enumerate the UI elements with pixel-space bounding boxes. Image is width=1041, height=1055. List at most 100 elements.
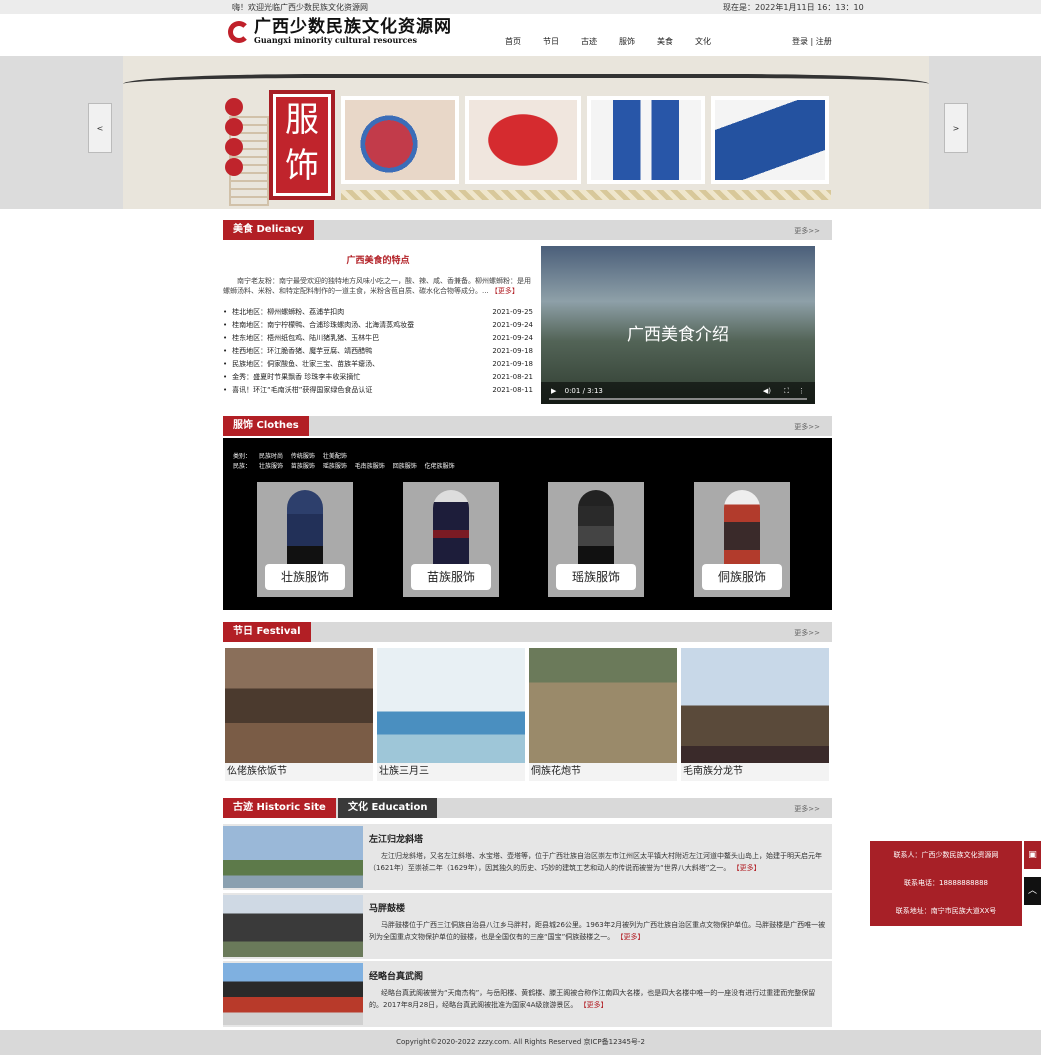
top-bar: 嗨！欢迎光临广西少数民族文化资源网 现在是：2022年1月11日 16：13：1… <box>0 0 1041 14</box>
costume-figure <box>287 490 323 570</box>
site-more-link[interactable]: 【更多】 <box>580 1001 608 1009</box>
festival-image[interactable] <box>681 648 829 763</box>
ethnic-filter[interactable]: 壮族服饰 <box>259 463 283 470</box>
list-item[interactable]: 金秀：盛夏时节果飘香 珍珠李丰收采摘忙2021-08-21 <box>223 371 533 384</box>
banner-photo-1 <box>341 96 459 184</box>
category-label: 类别： <box>233 453 252 460</box>
nav-culture[interactable]: 文化 <box>695 36 733 47</box>
video-title: 广西美食介绍 <box>627 325 729 345</box>
contact-person: 联系人：广西少数民族文化资源网 <box>893 851 999 859</box>
site-more-link[interactable]: 【更多】 <box>617 933 645 941</box>
list-item[interactable]: 桂西地区：环江脆香猪、魔芋豆腐、靖西醋鸭2021-09-18 <box>223 345 533 358</box>
site-image[interactable] <box>223 826 363 888</box>
festival-label[interactable]: 壮族三月三 <box>377 763 525 781</box>
clothes-panel: 类别： 民族时尚 传统服饰 壮美配饰 民族： 壮族服饰 苗族服饰 瑶族服饰 毛南… <box>223 438 832 610</box>
contact-address: 联系地址：南宁市民族大道XX号 <box>895 907 997 915</box>
nav-food[interactable]: 美食 <box>657 36 695 47</box>
video-progress-bar[interactable] <box>549 398 807 400</box>
site-desc: 马胖鼓楼位于广西三江侗族自治县八江乡马胖村，距县城26公里。1963年2月被列为… <box>369 921 826 941</box>
banner-slide: 服饰 <box>123 56 929 209</box>
historic-more-link[interactable]: 更多>> <box>794 804 820 814</box>
clothes-filters: 类别： 民族时尚 传统服饰 壮美配饰 民族： 壮族服饰 苗族服饰 瑶族服饰 毛南… <box>233 452 461 472</box>
list-item[interactable]: 喜讯！环江“毛南沃柑”获得国家绿色食品认证2021-08-11 <box>223 384 533 397</box>
back-to-top-icon[interactable]: ︿ <box>1024 877 1041 905</box>
food-more-link[interactable]: 更多>> <box>794 226 820 236</box>
festival-label[interactable]: 毛南族分龙节 <box>681 763 829 781</box>
clothes-section-header: 服饰 Clothes 更多>> <box>223 416 832 436</box>
historic-tab[interactable]: 古迹 Historic Site <box>223 798 336 818</box>
ethnic-label: 民族： <box>233 463 252 470</box>
banner-carousel: 服饰 <box>0 56 1041 209</box>
festival-image[interactable] <box>529 648 677 763</box>
clothes-card[interactable]: 瑶族服饰 <box>548 482 644 597</box>
festival-label[interactable]: 侗族花炮节 <box>529 763 677 781</box>
festival-image[interactable] <box>377 648 525 763</box>
category-filter[interactable]: 壮美配饰 <box>323 453 347 460</box>
clock-text: 现在是：2022年1月11日 16：13：10 <box>723 3 864 12</box>
festival-label[interactable]: 仫佬族依饭节 <box>225 763 373 781</box>
ethnic-filter[interactable]: 苗族服饰 <box>291 463 315 470</box>
site-footer: Copyright©2020-2022 zzzy.com. All Rights… <box>0 1030 1041 1055</box>
festival-more-link[interactable]: 更多>> <box>794 628 820 638</box>
banner-title-box: 服饰 <box>269 90 335 200</box>
site-title[interactable]: 左江归龙斜塔 <box>369 832 423 845</box>
site-image[interactable] <box>223 963 363 1025</box>
play-icon[interactable]: ▶ <box>551 387 556 395</box>
food-video-player[interactable]: 广西美食介绍 ▶ 0:01 / 3:13 ◀) ⛶ ⋮ <box>541 246 815 404</box>
site-logo[interactable]: 广西少数民族文化资源网 Guangxi minority cultural re… <box>228 18 452 45</box>
site-card: 左江归龙斜塔 左江归龙斜塔，又名左江斜塔、水宝塔、壶塔等，位于广西壮族自治区崇左… <box>223 824 832 890</box>
site-header: 广西少数民族文化资源网 Guangxi minority cultural re… <box>0 14 1041 56</box>
contact-toggle-icon[interactable]: ▣ <box>1024 841 1041 869</box>
site-desc: 左江归龙斜塔，又名左江斜塔、水宝塔、壶塔等，位于广西壮族自治区崇左市江州区太平镇… <box>369 852 822 872</box>
food-article-desc: 南宁老友粉：南宁最受欢迎的独特地方风味小吃之一，酸、辣、咸、香兼备。柳州螺蛳粉：… <box>223 276 535 296</box>
site-title[interactable]: 马胖鼓楼 <box>369 901 405 914</box>
clothes-section-tag: 服饰 Clothes <box>223 416 309 436</box>
ethnic-filter[interactable]: 瑶族服饰 <box>323 463 347 470</box>
festival-section-tag: 节日 Festival <box>223 622 311 642</box>
clothes-card-label: 苗族服饰 <box>411 564 491 590</box>
banner-title: 服饰 <box>276 97 328 193</box>
site-title[interactable]: 经略台真武阁 <box>369 969 423 982</box>
festival-image[interactable] <box>225 648 373 763</box>
video-time: 0:01 / 3:13 <box>564 387 603 395</box>
nav-historic[interactable]: 古迹 <box>581 36 619 47</box>
costume-figure <box>578 490 614 570</box>
list-item[interactable]: 桂东地区：梧州纸包鸡、陆川猪乳猪、玉林牛巴2021-09-24 <box>223 332 533 345</box>
list-item[interactable]: 桂南地区：南宁柠檬鸭、合浦珍珠螺肉汤、北海清蒸鸡妆蚕2021-09-24 <box>223 319 533 332</box>
logo-subtitle: Guangxi minority cultural resources <box>254 35 417 45</box>
list-item[interactable]: 桂北地区：柳州螺蛳粉、荔浦芋扣肉2021-09-25 <box>223 306 533 319</box>
clothes-card[interactable]: 苗族服饰 <box>403 482 499 597</box>
costume-figure <box>724 490 760 570</box>
contact-panel: 联系人：广西少数民族文化资源网 联系电话：18888888888 联系地址：南宁… <box>870 841 1022 926</box>
site-card: 经略台真武阁 经略台真武阁被誉为“天南杰构”，与岳阳楼、黄鹤楼、滕王阁被合称作江… <box>223 961 832 1027</box>
clothes-card-label: 瑶族服饰 <box>556 564 636 590</box>
login-register-link[interactable]: 登录 | 注册 <box>792 36 832 47</box>
ethnic-filter[interactable]: 回族服饰 <box>393 463 417 470</box>
nav-festival[interactable]: 节日 <box>543 36 581 47</box>
ethnic-filter[interactable]: 仡佬族服饰 <box>425 463 455 470</box>
nav-clothes[interactable]: 服饰 <box>619 36 657 47</box>
site-image[interactable] <box>223 895 363 957</box>
banner-prev-button[interactable]: < <box>88 103 112 153</box>
roof-decoration <box>123 74 929 84</box>
nav-home[interactable]: 首页 <box>505 36 543 47</box>
ethnic-filter[interactable]: 毛南族服饰 <box>355 463 385 470</box>
category-filter[interactable]: 民族时尚 <box>259 453 283 460</box>
banner-next-button[interactable]: > <box>944 103 968 153</box>
banner-photo-2 <box>465 96 581 184</box>
costume-figure <box>433 490 469 570</box>
food-article-title[interactable]: 广西美食的特点 <box>223 253 533 266</box>
category-filter[interactable]: 传统服饰 <box>291 453 315 460</box>
site-more-link[interactable]: 【更多】 <box>733 864 761 872</box>
logo-icon <box>228 20 250 43</box>
festival-section-header: 节日 Festival 更多>> <box>223 622 832 642</box>
food-desc-more-link[interactable]: 【更多】 <box>491 287 519 295</box>
welcome-text: 嗨！欢迎光临广西少数民族文化资源网 <box>232 3 368 12</box>
list-item[interactable]: 民族地区：侗家酸鱼、壮家三宝、苗族羊瘪汤、2021-09-18 <box>223 358 533 371</box>
clothes-more-link[interactable]: 更多>> <box>794 422 820 432</box>
education-tab[interactable]: 文化 Education <box>338 798 438 818</box>
clothes-card[interactable]: 壮族服饰 <box>257 482 353 597</box>
banner-pattern-strip <box>341 190 831 200</box>
historic-section-header: 古迹 Historic Site 文化 Education 更多>> <box>223 798 832 818</box>
clothes-card[interactable]: 侗族服饰 <box>694 482 790 597</box>
